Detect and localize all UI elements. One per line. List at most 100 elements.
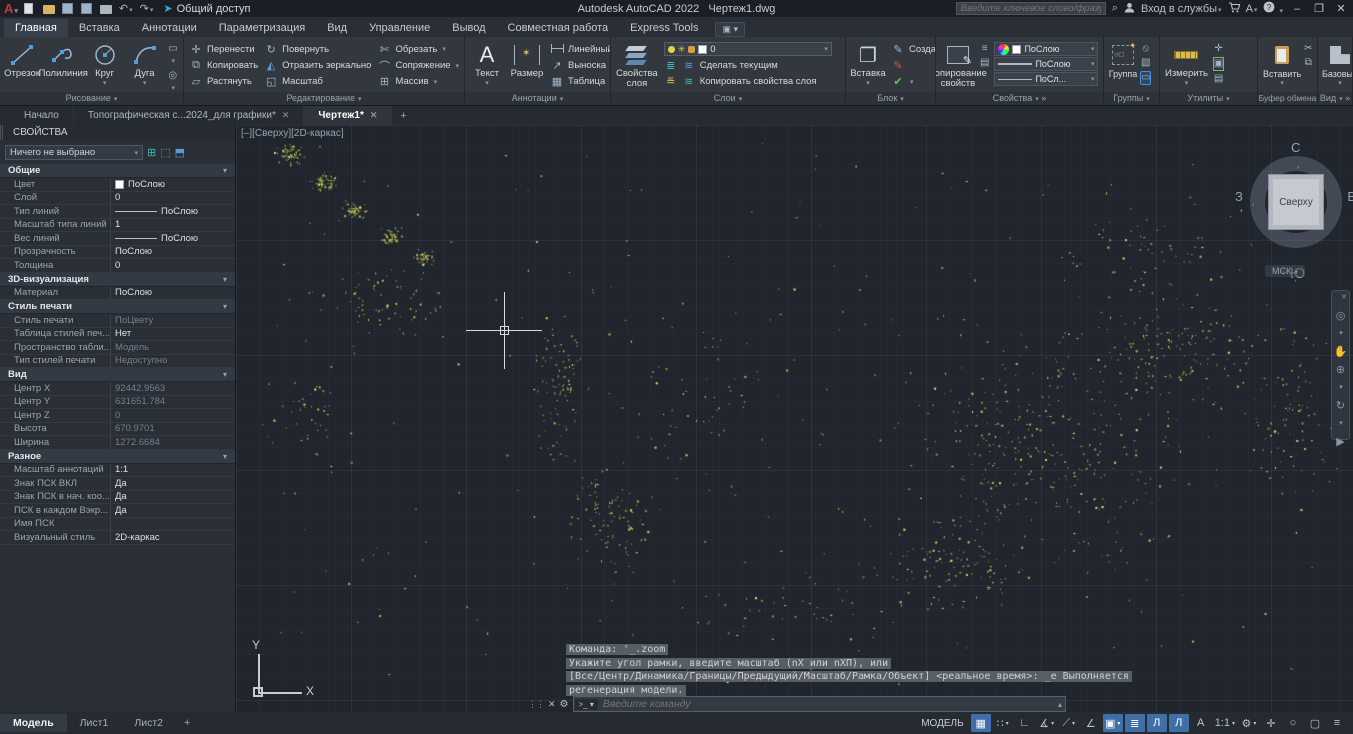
group-button[interactable]: Группа: [1106, 40, 1140, 91]
table-button[interactable]: ▦Таблица: [550, 74, 611, 89]
viewcube-top-face[interactable]: Сверху: [1268, 174, 1324, 230]
tab-manage[interactable]: Управление: [358, 19, 441, 37]
new-tab-button[interactable]: +: [392, 106, 414, 125]
palette-section-header[interactable]: Вид▾: [0, 368, 235, 382]
linetype-list-icon[interactable]: ▤: [980, 57, 989, 69]
isolate-objects-button[interactable]: ○: [1283, 714, 1303, 732]
linetype-dropdown[interactable]: ПоСл... ▾: [994, 72, 1098, 86]
property-value[interactable]: 92442.9563: [110, 382, 235, 395]
property-value[interactable]: ПоСлою: [110, 178, 235, 191]
doctab-current[interactable]: Чертеж1*✕: [304, 106, 392, 125]
panel-label-clipboard[interactable]: Буфер обмена: [1258, 92, 1317, 105]
property-value[interactable]: 0: [110, 409, 235, 422]
panel-label-utilities[interactable]: Утилиты: [1160, 92, 1257, 105]
property-value[interactable]: 1: [110, 219, 235, 232]
panel-label-annotate[interactable]: Аннотации: [465, 92, 610, 105]
command-input-bar[interactable]: >_ ▾ ▴: [573, 696, 1066, 712]
compass-north-label[interactable]: С: [1291, 140, 1300, 155]
new-layout-button[interactable]: +: [176, 717, 198, 729]
tab-insert[interactable]: Вставка: [68, 19, 131, 37]
minimize-button[interactable]: –: [1289, 3, 1305, 15]
status-menu-button[interactable]: ≡: [1327, 714, 1347, 732]
search-icon[interactable]: ⌕: [1112, 2, 1118, 15]
command-collapse-icon[interactable]: ▴: [1058, 700, 1065, 709]
text-button[interactable]: A Текст: [467, 40, 507, 91]
property-value[interactable]: [110, 518, 235, 531]
close-tab-icon[interactable]: ✕: [282, 110, 290, 121]
property-value[interactable]: ПоСлою: [110, 205, 235, 218]
navbar-caret[interactable]: ▾: [1339, 328, 1343, 340]
save-as-icon[interactable]: [81, 3, 93, 14]
circle-button[interactable]: Круг: [85, 40, 125, 91]
close-button[interactable]: ✕: [1333, 2, 1349, 15]
property-value[interactable]: Модель: [110, 341, 235, 354]
panel-label-view[interactable]: Вид »: [1318, 92, 1352, 105]
mirror-button[interactable]: ◭Отразить зеркально: [264, 58, 371, 73]
scale-button[interactable]: ◱Масштаб: [264, 74, 371, 89]
annotation-autoscale-toggle[interactable]: Л: [1169, 714, 1189, 732]
command-close-icon[interactable]: ✕: [548, 699, 556, 710]
paste-button[interactable]: Вставить: [1260, 40, 1304, 91]
dimension-button[interactable]: Размер: [507, 40, 547, 91]
lineweight-list-icon[interactable]: ≡: [980, 43, 989, 55]
navbar-close-icon[interactable]: ✕: [1341, 292, 1347, 304]
property-value[interactable]: Нет: [110, 328, 235, 341]
lineweight-dropdown[interactable]: ПоСлою ▾: [994, 57, 1098, 71]
snap-toggle[interactable]: ∷▾: [993, 714, 1013, 732]
property-value[interactable]: 1:1: [110, 464, 235, 477]
point-cloud-canvas[interactable]: [236, 125, 1353, 712]
autocad-logo-icon[interactable]: A▾: [4, 1, 18, 16]
doctab-topo[interactable]: Топографическая с...2024_для графики*✕: [74, 106, 305, 125]
palette-section-header[interactable]: Стиль печати▾: [0, 300, 235, 314]
showmotion-icon[interactable]: ▶: [1336, 436, 1344, 448]
quick-select-icon[interactable]: ▣: [1213, 57, 1224, 71]
ungroup-icon[interactable]: ⦸: [1140, 43, 1151, 55]
property-value[interactable]: ПоСлою: [110, 232, 235, 245]
match-layer-button[interactable]: ≝≋Копировать свойства слоя: [664, 74, 840, 89]
crosshair-button[interactable]: ✛: [1261, 714, 1281, 732]
edit-attributes-button[interactable]: ✔▾: [891, 74, 936, 89]
plot-icon[interactable]: [100, 3, 112, 14]
property-value[interactable]: 2D-каркас: [110, 531, 235, 544]
sign-in-button[interactable]: Вход в службы▾: [1141, 3, 1222, 15]
tab-express-tools[interactable]: Express Tools: [619, 19, 709, 37]
line-button[interactable]: Отрезок: [2, 40, 42, 91]
tab-parametric[interactable]: Параметризация: [208, 19, 316, 37]
isodraft-toggle[interactable]: ⟋▾: [1059, 714, 1079, 732]
layout-tab-list2[interactable]: Лист2: [121, 714, 176, 732]
property-value[interactable]: Да: [110, 491, 235, 504]
tab-annotate[interactable]: Аннотации: [131, 19, 208, 37]
property-value[interactable]: 0: [110, 192, 235, 205]
compass-west-label[interactable]: З: [1235, 189, 1243, 204]
command-drag-grip[interactable]: ⋮⋮: [528, 699, 544, 710]
object-snap-tracking-toggle[interactable]: ∠: [1081, 714, 1101, 732]
property-value[interactable]: Да: [110, 477, 235, 490]
layout-tab-model[interactable]: Модель: [0, 714, 67, 732]
property-value[interactable]: Да: [110, 504, 235, 517]
property-value[interactable]: 1272.6684: [110, 436, 235, 449]
grid-toggle[interactable]: ▦: [971, 714, 991, 732]
app-store-cart-icon[interactable]: [1228, 2, 1240, 16]
panel-label-block[interactable]: Блок: [846, 92, 935, 105]
selection-dropdown[interactable]: Ничего не выбрано▾: [5, 145, 143, 160]
command-prompt-icon[interactable]: >_ ▾: [575, 699, 598, 710]
palette-section-header[interactable]: Разное▾: [0, 450, 235, 464]
make-layer-current-button[interactable]: ≣≋Сделать текущим: [664, 57, 840, 72]
compass-east-label[interactable]: В: [1347, 189, 1353, 204]
match-properties-button[interactable]: Копирование свойств: [938, 40, 978, 91]
annotation-monitor-toggle[interactable]: Л: [1147, 714, 1167, 732]
clean-screen-button[interactable]: ▢: [1305, 714, 1325, 732]
navbar-caret[interactable]: ▾: [1339, 382, 1343, 394]
arc-button[interactable]: Дуга: [125, 40, 165, 91]
select-objects-icon[interactable]: ⬚: [160, 146, 170, 159]
panel-label-properties[interactable]: Свойства »: [936, 92, 1103, 105]
restore-button[interactable]: ❐: [1311, 2, 1327, 15]
stretch-button[interactable]: ▱Растянуть: [189, 74, 258, 89]
pan-icon[interactable]: ✋: [1334, 346, 1348, 358]
base-view-button[interactable]: Базовый: [1320, 40, 1353, 91]
user-icon[interactable]: [1124, 2, 1135, 16]
palette-section-header[interactable]: 3D-визуализация▾: [0, 273, 235, 287]
tab-output[interactable]: Вывод: [441, 19, 496, 37]
group-selection-toggle-icon[interactable]: ▭: [1140, 71, 1151, 85]
drawing-viewport[interactable]: [–][Сверху][2D-каркас] С В Ю З Сверху МС…: [236, 125, 1353, 712]
